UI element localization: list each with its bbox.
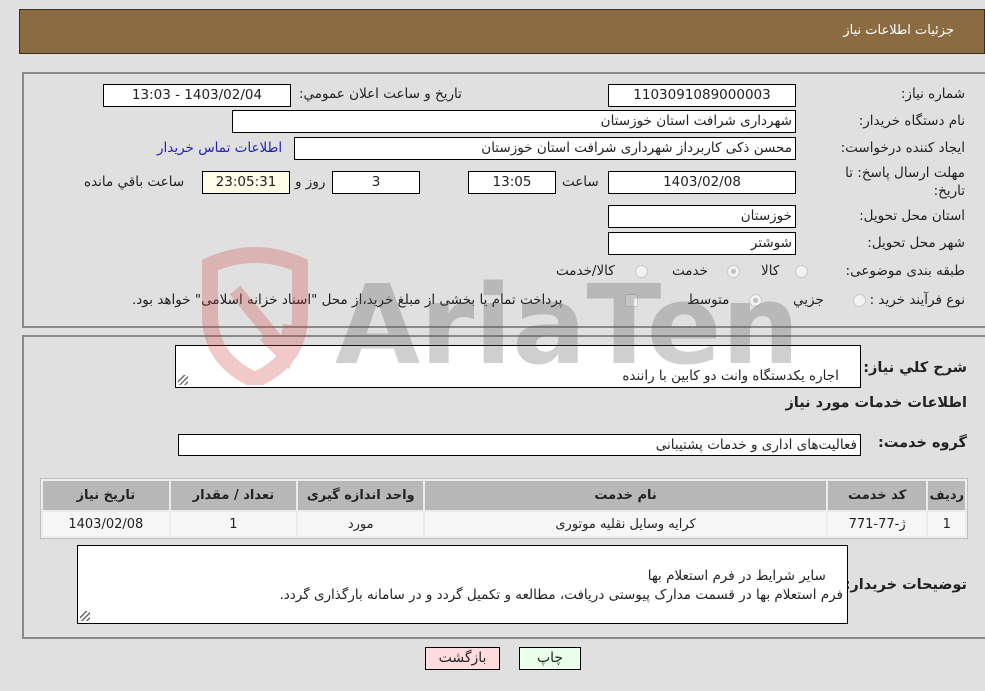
buyer-contact-link[interactable]: اطلاعات تماس خریدار bbox=[157, 140, 282, 156]
days-label: روز و bbox=[295, 174, 326, 190]
summary-text: اجاره یکدستگاه وانت دو کابین با راننده bbox=[622, 368, 839, 384]
cell-row-number: 1 bbox=[928, 512, 965, 536]
announce-label: تاریخ و ساعت اعلان عمومي: bbox=[299, 86, 462, 102]
service-group-field: فعالیت‌های اداری و خدمات پشتیبانی bbox=[178, 434, 861, 456]
province-field: خوزستان bbox=[608, 205, 796, 228]
need-number-label: شماره نیاز: bbox=[900, 86, 965, 102]
category-option-goods-service: کالا/خدمت bbox=[556, 263, 615, 279]
buyer-notes-textarea[interactable]: سایر شرایط در فرم استعلام بها فرم استعلا… bbox=[77, 545, 848, 624]
cell-quantity: 1 bbox=[170, 512, 297, 536]
buyer-notes-text: سایر شرایط در فرم استعلام بها فرم استعلا… bbox=[279, 568, 843, 603]
need-number-field: 1103091089000003 bbox=[608, 84, 796, 107]
city-field: شوشتر bbox=[608, 232, 796, 255]
buyer-org-label: نام دستگاه خریدار: bbox=[858, 113, 965, 129]
need-info-panel: شماره نیاز: 1103091089000003 تاریخ و ساع… bbox=[22, 72, 985, 328]
treasury-note: پرداخت تمام یا بخشی از مبلغ خرید،از محل … bbox=[132, 292, 563, 308]
services-panel: شرح کلي نیاز: اجاره یکدستگاه وانت دو کاب… bbox=[22, 335, 985, 639]
col-header-service-code: کد خدمت bbox=[827, 481, 927, 510]
table-header-row: ردیف کد خدمت نام خدمت واحد اندازه گیری ت… bbox=[43, 481, 965, 510]
process-radio-medium[interactable] bbox=[749, 294, 762, 307]
cell-unit: مورد bbox=[298, 512, 424, 536]
summary-textarea[interactable]: اجاره یکدستگاه وانت دو کابین با راننده bbox=[175, 345, 861, 388]
process-label: نوع فرآیند خرید : bbox=[869, 292, 965, 308]
category-option-service: خدمت bbox=[672, 263, 708, 279]
col-header-service-name: نام خدمت bbox=[425, 481, 826, 510]
creator-label: ایجاد کننده درخواست: bbox=[840, 140, 965, 156]
table-row: 1 ژ-77-771 کرایه وسایل نقلیه موتوری مورد… bbox=[43, 512, 965, 536]
buyer-notes-label: توضیحات خریدار: bbox=[844, 577, 967, 593]
page-header: جزئیات اطلاعات نیاز bbox=[19, 9, 985, 54]
col-header-need-date: تاریخ نیاز bbox=[43, 481, 169, 510]
deadline-label: مهلت ارسال پاسخ: تا تاریخ: bbox=[845, 165, 965, 199]
resize-grip-icon[interactable] bbox=[178, 375, 188, 385]
category-radio-service[interactable] bbox=[727, 265, 740, 278]
city-label: شهر محل تحویل: bbox=[867, 235, 965, 251]
process-radio-minor[interactable] bbox=[853, 294, 866, 307]
summary-label: شرح کلي نیاز: bbox=[863, 360, 967, 376]
cell-need-date: 1403/02/08 bbox=[43, 512, 169, 536]
service-group-label: گروه خدمت: bbox=[877, 435, 967, 451]
print-button[interactable]: چاپ bbox=[519, 647, 581, 670]
deadline-time-field: 13:05 bbox=[468, 171, 556, 194]
remaining-time-field: 23:05:31 bbox=[202, 171, 290, 194]
treasury-checkbox[interactable] bbox=[625, 294, 638, 307]
category-radio-goods[interactable] bbox=[795, 265, 808, 278]
announce-field: 1403/02/04 - 13:03 bbox=[103, 84, 291, 107]
resize-grip-icon[interactable] bbox=[80, 611, 90, 621]
remaining-label: ساعت باقي مانده bbox=[84, 174, 185, 190]
services-table: ردیف کد خدمت نام خدمت واحد اندازه گیری ت… bbox=[40, 478, 968, 539]
category-radio-goods-service[interactable] bbox=[635, 265, 648, 278]
deadline-time-label: ساعت bbox=[562, 174, 599, 190]
process-option-minor: جزیي bbox=[793, 292, 824, 308]
process-option-medium: متوسط bbox=[687, 292, 730, 308]
days-remaining-field: 3 bbox=[332, 171, 420, 194]
cell-service-code: ژ-77-771 bbox=[827, 512, 927, 536]
buyer-org-field: شهرداری شرافت استان خوزستان bbox=[232, 110, 796, 133]
category-label: طبقه بندی موضوعی: bbox=[845, 263, 965, 279]
page-title: جزئیات اطلاعات نیاز bbox=[843, 23, 954, 38]
col-header-row-number: ردیف bbox=[928, 481, 965, 510]
back-button[interactable]: بازگشت bbox=[425, 647, 500, 670]
deadline-date-field: 1403/02/08 bbox=[608, 171, 796, 194]
creator-field: محسن ذکی کاربرداز شهرداری شرافت استان خو… bbox=[294, 137, 796, 160]
province-label: استان محل تحویل: bbox=[859, 208, 965, 224]
col-header-quantity: تعداد / مقدار bbox=[170, 481, 297, 510]
col-header-unit: واحد اندازه گیری bbox=[298, 481, 424, 510]
services-heading: اطلاعات خدمات مورد نیاز bbox=[785, 395, 967, 411]
cell-service-name: کرایه وسایل نقلیه موتوری bbox=[425, 512, 826, 536]
category-option-goods: کالا bbox=[761, 263, 780, 279]
